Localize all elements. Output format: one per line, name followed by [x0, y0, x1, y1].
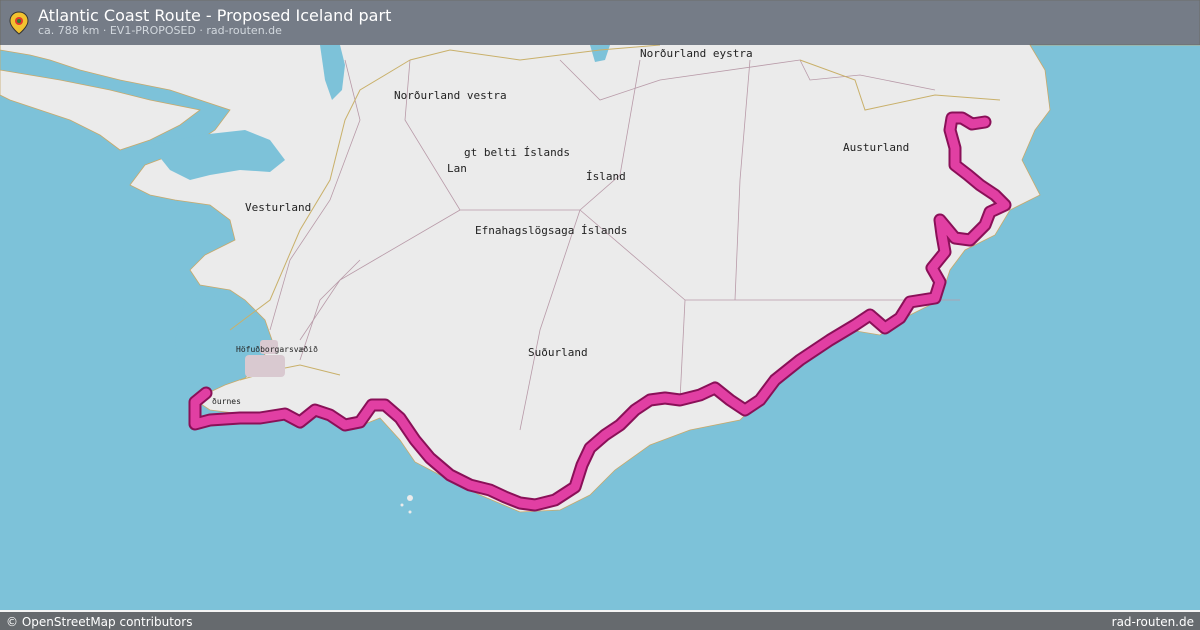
route-subtitle: ca. 788 km · EV1-PROPOSED · rad-routen.d…: [38, 24, 282, 37]
label-island: Ísland: [586, 170, 626, 183]
label-belti: gt belti Íslands: [464, 146, 570, 159]
label-hofudborgarsvaedid: Höfuðborgarsvæðið: [236, 345, 318, 354]
route-title: Atlantic Coast Route - Proposed Iceland …: [38, 6, 392, 25]
island-small: [408, 510, 412, 514]
label-nordurland-vestra: Norðurland vestra: [394, 89, 507, 102]
label-efnahagslogsaga: Efnahagslögsaga Íslands: [475, 224, 627, 237]
label-sudurnes: ðurnes: [212, 397, 241, 406]
map-canvas[interactable]: Norðurland eystra Norðurland vestra Aust…: [0, 0, 1200, 630]
brand-link[interactable]: rad-routen.de: [1112, 615, 1194, 629]
island-vestmannaeyjar: [407, 495, 413, 501]
label-sudurland: Suðurland: [528, 346, 588, 359]
island-small: [400, 503, 404, 507]
label-austurland: Austurland: [843, 141, 909, 154]
location-pin-icon: [9, 11, 29, 35]
osm-attribution-link[interactable]: © OpenStreetMap contributors: [6, 615, 192, 629]
label-nordurland-eystra: Norðurland eystra: [640, 47, 753, 60]
map-footer: © OpenStreetMap contributors rad-routen.…: [0, 610, 1200, 630]
label-vesturland: Vesturland: [245, 201, 311, 214]
label-lan: Lan: [447, 162, 467, 175]
map-header: Atlantic Coast Route - Proposed Iceland …: [0, 0, 1200, 45]
